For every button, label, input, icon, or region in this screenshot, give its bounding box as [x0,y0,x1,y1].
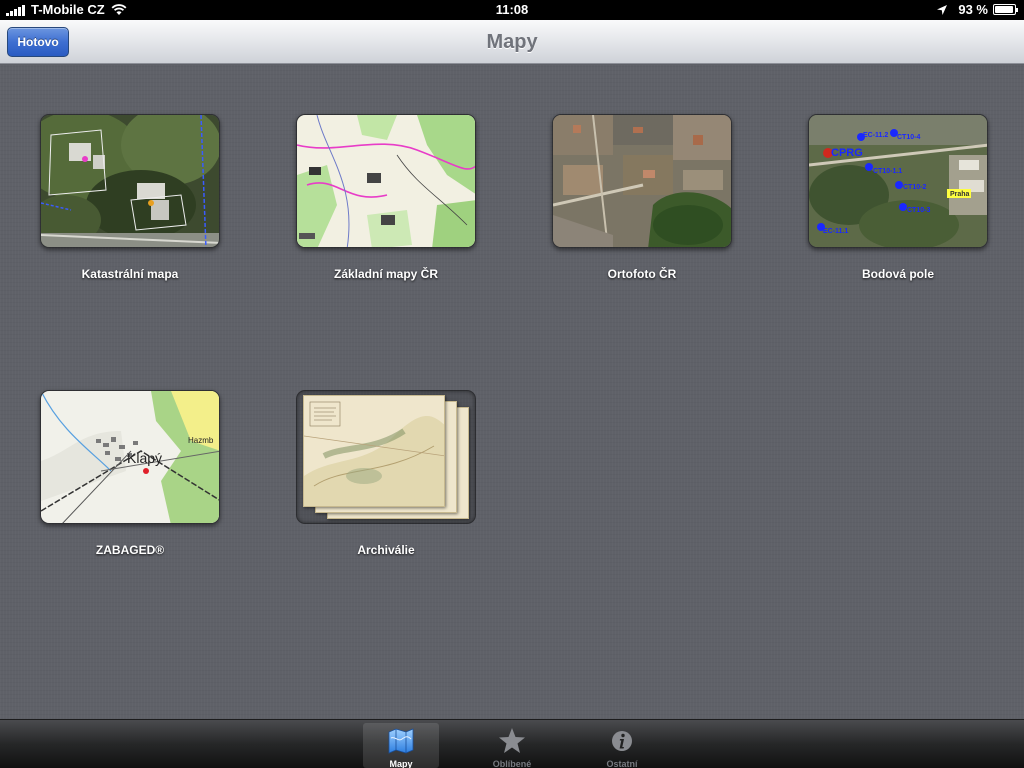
map-tile-label: ZABAGED® [95,543,165,557]
map-tile-label: Archiválie [357,543,415,557]
battery-fill [995,6,1013,13]
point-label: EC-11.2 [863,132,888,139]
place-label: Praha [950,191,970,198]
battery-icon [993,4,1018,15]
navigation-bar: Hotovo Mapy [0,20,1024,64]
point-label: CT10-4 [897,134,920,141]
maps-grid: Katastrální mapa Základní mapy ČR Ortofo… [0,65,1024,719]
map-tile-label: Bodová pole [861,267,934,281]
star-icon [499,728,525,753]
battery-percentage: 93 % [958,2,988,17]
archive-thumbnail [296,390,476,524]
point-label: CPRG [831,147,863,159]
tab-other[interactable]: Ostatní [584,723,660,768]
cadastral-map-thumbnail [40,114,220,248]
point-label: EC-11.1 [823,228,848,235]
point-label: CT10-2 [903,184,926,191]
info-icon [612,731,632,751]
tab-maps[interactable]: Mapy [363,723,439,768]
map-tile-label: Ortofoto ČR [607,267,677,281]
zabaged-thumbnail: Klapý Hazmb [40,390,220,524]
point-label: CT10-1.1 [873,168,902,175]
location-arrow-icon [937,4,948,15]
archive-page [303,395,445,507]
status-time: 11:08 [495,2,529,17]
place-label: Klapý [127,450,162,466]
place-label: Hazmb [188,436,214,445]
tab-label: Mapy [389,759,413,768]
page-title: Mapy [486,31,538,53]
map-tile-label: Základní mapy ČR [333,267,439,281]
orthophoto-thumbnail [552,114,732,248]
survey-points-thumbnail: CPRG EC-11.2 CT10-4 CT10-1.1 CT10-2 CT10… [808,114,988,248]
map-tile-label: Katastrální mapa [81,267,179,281]
tab-bar: Mapy Oblíbené Ostatní [0,719,1024,768]
status-right: 93 % [936,2,1018,17]
tab-favorites[interactable]: Oblíbené [474,723,550,768]
map-icon [388,728,414,754]
tab-label: Ostatní [606,759,638,768]
point-label: CT10-3 [907,207,930,214]
base-map-thumbnail [296,114,476,248]
status-bar: T-Mobile CZ 11:08 93 % [0,0,1024,20]
tab-label: Oblíbené [492,759,532,768]
